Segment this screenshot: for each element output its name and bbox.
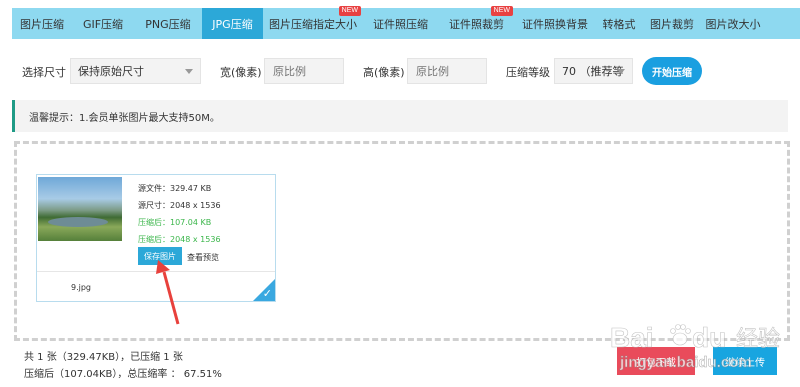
height-input[interactable] bbox=[407, 58, 487, 84]
file-name: 9.jpg bbox=[71, 283, 92, 292]
tab-9[interactable]: 图片裁剪 bbox=[643, 8, 701, 39]
continue-upload-button[interactable]: 继续上传 bbox=[713, 347, 777, 375]
notice-text: 温馨提示：1.会员单张图片最大支持50M。 bbox=[29, 112, 220, 124]
tab-label: PNG压缩 bbox=[145, 17, 191, 31]
file-card: 源文件：329.47 KB 源尺寸：2048 x 1536 压缩后：107.04… bbox=[36, 174, 276, 302]
tab-4[interactable]: 图片压缩指定大小 NEW bbox=[263, 6, 363, 39]
tab-label: 证件照压缩 bbox=[373, 17, 428, 31]
height-label: 高(像素) bbox=[363, 66, 405, 79]
notice-banner: 温馨提示：1.会员单张图片最大支持50M。 bbox=[12, 100, 788, 132]
thumbnail-river bbox=[48, 217, 108, 227]
check-icon: ✓ bbox=[262, 287, 272, 300]
tab-1[interactable]: GIF压缩 bbox=[72, 8, 134, 39]
tab-10[interactable]: 图片改大小 bbox=[701, 8, 765, 39]
tab-label: 图片压缩 bbox=[20, 17, 64, 31]
tab-label: 图片裁剪 bbox=[650, 17, 694, 31]
tab-label: 图片压缩指定大小 bbox=[269, 17, 357, 31]
tab-label: 证件照换背景 bbox=[522, 17, 588, 31]
tab-label: JPG压缩 bbox=[212, 17, 253, 31]
tab-6[interactable]: 证件照裁剪 NEW bbox=[438, 6, 515, 39]
save-image-button[interactable]: 保存图片 bbox=[138, 247, 182, 265]
chevron-down-icon bbox=[185, 69, 193, 74]
size-select[interactable]: 保持原始尺寸 bbox=[70, 58, 201, 84]
width-input[interactable] bbox=[264, 58, 344, 84]
width-label: 宽(像素) bbox=[220, 66, 262, 79]
summary-count: 共 1 张（329.47KB），已压缩 1 张 bbox=[24, 352, 183, 363]
image-thumbnail bbox=[38, 177, 122, 241]
source-size: 源文件：329.47 KB bbox=[138, 184, 212, 193]
tab-3[interactable]: JPG压缩 bbox=[202, 8, 263, 39]
tab-2[interactable]: PNG压缩 bbox=[134, 8, 202, 39]
upload-dropzone[interactable]: 源文件：329.47 KB 源尺寸：2048 x 1536 压缩后：107.04… bbox=[14, 141, 790, 341]
summary-ratio: 压缩后（107.04KB），总压缩率 ： 67.51% bbox=[24, 369, 222, 380]
level-select-value: 70 （推荐等 bbox=[562, 65, 624, 78]
tab-label: GIF压缩 bbox=[82, 17, 124, 31]
tab-7[interactable]: 证件照换背景 bbox=[515, 8, 595, 39]
size-label: 选择尺寸 bbox=[22, 66, 66, 79]
new-badge: NEW bbox=[490, 6, 513, 16]
level-select[interactable]: 70 （推荐等 bbox=[554, 58, 633, 84]
compressed-size: 压缩后：107.04 KB bbox=[138, 218, 212, 227]
size-select-value: 保持原始尺寸 bbox=[78, 65, 144, 78]
compression-options: 选择尺寸 保持原始尺寸 宽(像素) 高(像素) 压缩等级 70 （推荐等 开始压… bbox=[0, 55, 800, 87]
tab-0[interactable]: 图片压缩 bbox=[12, 8, 72, 39]
tab-8[interactable]: 转格式 bbox=[595, 8, 643, 39]
tab-label: 转格式 bbox=[602, 17, 636, 31]
preview-link[interactable]: 查看预览 bbox=[187, 252, 219, 263]
tab-label: 图片改大小 bbox=[705, 17, 761, 31]
tool-tab-bar: 图片压缩 GIF压缩 PNG压缩 JPG压缩 图片压缩指定大小 NEW 证件照压缩 证件照裁剪… bbox=[12, 6, 800, 39]
source-dimensions: 源尺寸：2048 x 1536 bbox=[138, 201, 221, 210]
compressed-dimensions: 压缩后：2048 x 1536 bbox=[138, 235, 221, 244]
start-compress-button[interactable]: 开始压缩 bbox=[642, 57, 702, 85]
download-zip-button[interactable]: 打包下载 bbox=[617, 347, 695, 375]
tab-5[interactable]: 证件照压缩 bbox=[363, 8, 438, 39]
level-label: 压缩等级 bbox=[506, 66, 550, 79]
new-badge: NEW bbox=[338, 6, 361, 16]
chevron-down-icon bbox=[617, 69, 625, 74]
tab-label: 证件照裁剪 bbox=[449, 17, 504, 31]
